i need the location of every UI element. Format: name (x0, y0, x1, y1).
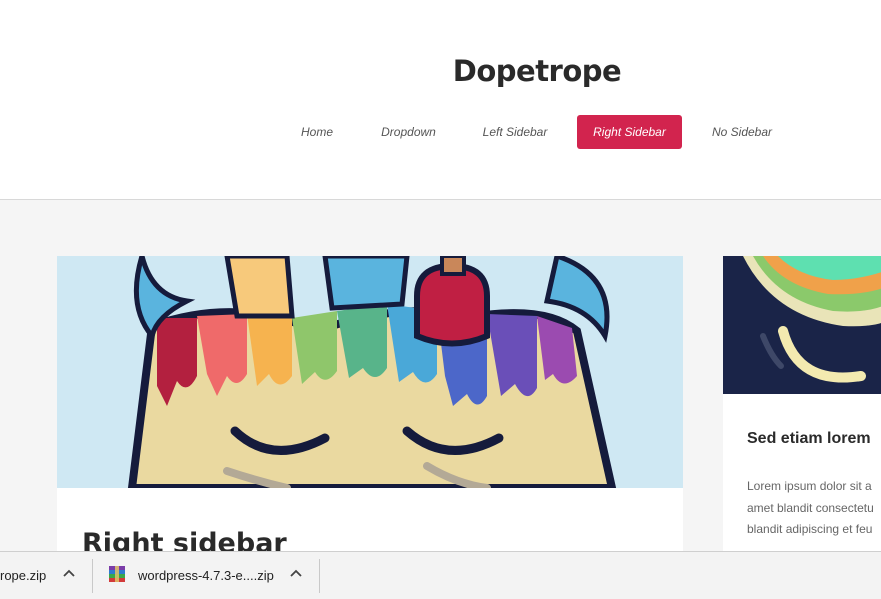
download-filename: rope.zip (0, 568, 47, 583)
site-header: Dopetrope Home Dropdown Left Sidebar Rig… (0, 0, 881, 200)
main-article: Right sidebar (57, 256, 683, 556)
sidebar-card: Sed etiam lorem Lorem ipsum dolor sit a … (723, 256, 881, 556)
sidebar-text-line: Lorem ipsum dolor sit a (747, 479, 872, 493)
nav-dropdown[interactable]: Dropdown (370, 115, 447, 149)
winrar-archive-icon (109, 566, 125, 582)
sidebar-text-line: blandit adipiscing et feu (747, 522, 873, 536)
sidebar-illustration[interactable] (723, 256, 881, 394)
chevron-up-icon[interactable] (286, 564, 306, 584)
chevron-up-icon[interactable] (59, 564, 79, 584)
download-filename: wordpress-4.7.3-e....zip (138, 568, 274, 583)
main-nav: Home Dropdown Left Sidebar Right Sidebar… (0, 115, 881, 149)
downloads-bar: rope.zip wordpress-4.7.3-e....zip (0, 551, 881, 599)
download-item[interactable]: rope.zip (0, 552, 92, 599)
sidebar-excerpt: Lorem ipsum dolor sit a amet blandit con… (747, 476, 874, 541)
download-item[interactable]: wordpress-4.7.3-e....zip (93, 552, 319, 599)
sidebar-title[interactable]: Sed etiam lorem (747, 430, 871, 448)
nav-no-sidebar[interactable]: No Sidebar (700, 115, 784, 149)
site-title[interactable]: Dopetrope (430, 54, 644, 88)
nav-home[interactable]: Home (286, 115, 348, 149)
download-divider (319, 559, 320, 593)
sidebar-text-line: amet blandit consectetu (747, 500, 874, 515)
nav-right-sidebar[interactable]: Right Sidebar (577, 115, 682, 149)
nav-left-sidebar[interactable]: Left Sidebar (470, 115, 560, 149)
banner-illustration[interactable] (57, 256, 683, 488)
